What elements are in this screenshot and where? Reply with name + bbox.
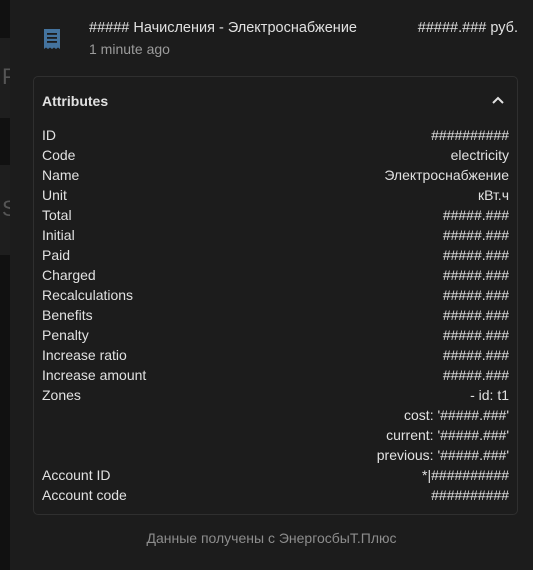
attribute-row: Account ID *|########## — [42, 465, 509, 485]
attribute-row: Paid #####.### — [42, 245, 509, 265]
entity-title: ##### Начисления - Электроснабжение — [89, 20, 357, 36]
receipt-icon — [44, 29, 60, 49]
attribute-row: Benefits #####.### — [42, 305, 509, 325]
attribute-key: Benefits — [42, 307, 93, 323]
attribute-key: Increase amount — [42, 367, 147, 383]
more-info-dialog: ##### Начисления - Электроснабжение 1 mi… — [10, 0, 533, 570]
attribute-key: Code — [42, 147, 76, 163]
attribute-value: #####.### — [442, 347, 509, 363]
attribute-key: Charged — [42, 267, 96, 283]
attribute-value: кВт.ч — [477, 187, 509, 203]
attribute-row: current: '#####.###' — [42, 425, 509, 445]
attribute-key: Initial — [42, 227, 75, 243]
attribute-key: Name — [42, 167, 80, 183]
attribute-row: Unit кВт.ч — [42, 185, 509, 205]
attribute-row: Increase ratio #####.### — [42, 345, 509, 365]
attribute-value: #####.### — [442, 207, 509, 223]
attribute-value: #####.### — [442, 327, 509, 343]
chevron-up-icon[interactable] — [491, 93, 505, 107]
attribute-row: previous: '#####.###' — [42, 445, 509, 465]
attribute-key: Unit — [42, 187, 67, 203]
attribute-row: Initial #####.### — [42, 225, 509, 245]
attribute-row: cost: '#####.###' — [42, 405, 509, 425]
attribute-row: Total #####.### — [42, 205, 509, 225]
attribute-value: #####.### — [442, 247, 509, 263]
attribute-value: electricity — [450, 147, 509, 163]
attribute-row: Charged #####.### — [42, 265, 509, 285]
attribute-value: #####.### — [442, 287, 509, 303]
attribute-value: #####.### — [442, 307, 509, 323]
attribute-value: previous: '#####.###' — [376, 447, 509, 463]
attribute-value: current: '#####.###' — [386, 427, 509, 443]
attribute-value: #####.### — [442, 267, 509, 283]
attributes-toggle[interactable]: Attributes — [34, 77, 517, 123]
attribute-row: Name Электроснабжение — [42, 165, 509, 185]
attribute-value: *|########## — [422, 467, 509, 483]
attribute-row: Zones - id: t1 — [42, 385, 509, 405]
attributes-title: Attributes — [42, 93, 109, 109]
attribute-value: Электроснабжение — [384, 167, 509, 183]
attribute-key: Total — [42, 207, 72, 223]
attribute-key: Zones — [42, 387, 81, 403]
attribute-key: Paid — [42, 247, 71, 263]
attribute-value: ########## — [431, 487, 509, 503]
attribute-value: #####.### — [442, 367, 509, 383]
attribute-key: Account code — [42, 487, 127, 503]
attribute-key: Penalty — [42, 327, 89, 343]
attribute-value: - id: t1 — [470, 387, 509, 403]
attribute-row: Penalty #####.### — [42, 325, 509, 345]
attribute-key: Account ID — [42, 467, 111, 483]
attribute-key: Increase ratio — [42, 347, 127, 363]
attribute-row: ID ########## — [42, 125, 509, 145]
attribute-value: cost: '#####.###' — [404, 407, 509, 423]
attribute-row: Code electricity — [42, 145, 509, 165]
attribute-key: ID — [42, 127, 56, 143]
attribute-value: ########## — [431, 127, 509, 143]
attribute-row: Recalculations #####.### — [42, 285, 509, 305]
attribute-value: #####.### — [442, 227, 509, 243]
last-changed: 1 minute ago — [89, 41, 170, 57]
entity-state: #####.### руб. — [417, 20, 518, 36]
attributes-list: ID ########## Code electricity Name Электросн… — [42, 125, 509, 505]
attributes-panel: Attributes ID ########## Code electricity Na… — [33, 76, 518, 515]
entity-header: ##### Начисления - Электроснабжение 1 mi… — [10, 0, 533, 70]
attribution-text: Данные получены с ЭнергосбыТ.Плюс — [146, 530, 397, 546]
attribute-row: Increase amount #####.### — [42, 365, 509, 385]
attribute-key: Recalculations — [42, 287, 134, 303]
attribute-row: Account code ########## — [42, 485, 509, 505]
